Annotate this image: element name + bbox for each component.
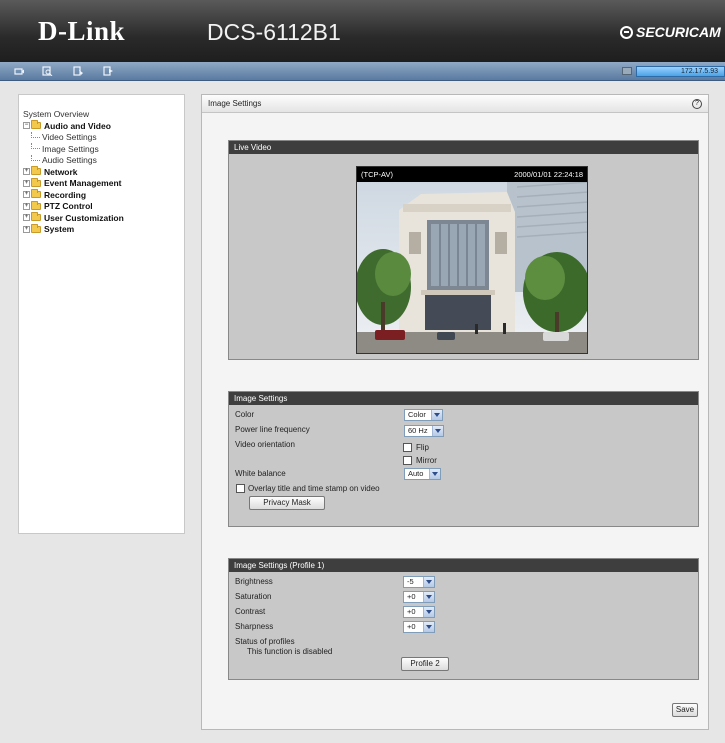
mirror-label: Mirror — [416, 456, 437, 465]
stream-type: (TCP-AV) — [361, 170, 393, 179]
sidebar-item-image-settings[interactable]: Image Settings — [23, 143, 184, 155]
page-header: Image Settings ? — [202, 95, 708, 113]
chevron-down-icon — [423, 577, 434, 587]
overlay-checkbox[interactable] — [236, 484, 245, 493]
expand-icon[interactable]: + — [23, 202, 30, 210]
saturation-label: Saturation — [235, 592, 272, 601]
folder-icon — [31, 166, 41, 176]
help-icon[interactable]: ? — [692, 99, 702, 109]
color-label: Color — [235, 410, 255, 419]
sidebar-item-network[interactable]: + Network — [23, 166, 184, 178]
sidebar-item-event-management[interactable]: + Event Management — [23, 177, 184, 190]
chevron-down-icon — [432, 426, 443, 436]
expand-icon[interactable]: + — [23, 179, 30, 187]
privacy-mask-button[interactable]: Privacy Mask — [249, 496, 325, 510]
header-bar: D-Link DCS-6112B1 SECURICAM — [0, 0, 725, 62]
chevron-down-icon — [423, 607, 434, 617]
overlay-label: Overlay title and time stamp on video — [248, 484, 380, 493]
sidebar-item-ptz-control[interactable]: + PTZ Control — [23, 200, 184, 213]
contrast-label: Contrast — [235, 607, 266, 616]
sidebar-item-audio-settings[interactable]: Audio Settings — [23, 154, 184, 167]
main-content: Image Settings ? Live Video (TCP-AV) 200… — [201, 94, 709, 730]
dlink-logo: D-Link — [38, 16, 126, 46]
contrast-select[interactable]: +0 — [403, 606, 435, 618]
sidebar-item-system-overview[interactable]: System Overview — [23, 109, 184, 119]
mirror-checkbox[interactable] — [403, 456, 412, 465]
image-settings-title: Image Settings — [229, 392, 698, 405]
save-button[interactable]: Save — [672, 703, 698, 717]
chevron-down-icon — [429, 469, 440, 479]
image-profile-panel: Image Settings (Profile 1) Brightness -5… — [228, 558, 699, 680]
sharpness-select[interactable]: +0 — [403, 621, 435, 633]
toolbar: 172.17.5.93 — [0, 62, 725, 81]
securicam-logo-icon — [620, 26, 633, 39]
model-name: DCS-6112B1 — [207, 19, 341, 45]
live-video-viewer[interactable]: (TCP-AV) 2000/01/01 22:24:18 — [356, 166, 588, 354]
saturation-select[interactable]: +0 — [403, 591, 435, 603]
sidebar-item-user-customization[interactable]: + User Customization — [23, 212, 184, 224]
setup-icon[interactable] — [73, 66, 84, 76]
network-status-icon — [622, 67, 632, 75]
chevron-down-icon — [423, 592, 434, 602]
live-video-panel: Live Video (TCP-AV) 2000/01/01 22:24:18 — [228, 140, 699, 360]
chevron-down-icon — [431, 410, 442, 420]
folder-icon — [31, 189, 41, 199]
folder-icon — [31, 212, 41, 222]
folder-icon — [31, 200, 41, 210]
expand-icon[interactable]: + — [23, 191, 30, 199]
folder-icon — [31, 177, 41, 187]
status-of-profiles-label: Status of profiles — [235, 637, 295, 646]
sidebar: System Overview − Audio and Video Video … — [18, 94, 185, 534]
white-balance-label: White balance — [235, 469, 286, 478]
profile-status-text: This function is disabled — [247, 647, 333, 656]
flip-label: Flip — [416, 443, 429, 452]
flip-checkbox[interactable] — [403, 443, 412, 452]
sidebar-item-recording[interactable]: + Recording — [23, 189, 184, 201]
color-select[interactable]: Color — [404, 409, 443, 421]
power-line-frequency-label: Power line frequency — [235, 425, 310, 434]
client-icon[interactable] — [42, 66, 53, 76]
live-video-title: Live Video — [229, 141, 698, 154]
ip-address: 172.17.5.93 — [636, 66, 725, 77]
expand-icon[interactable]: + — [23, 168, 30, 176]
expand-icon[interactable]: + — [23, 225, 30, 233]
collapse-icon[interactable]: − — [23, 122, 30, 130]
sharpness-label: Sharpness — [235, 622, 274, 631]
video-timestamp: 2000/01/01 22:24:18 — [514, 170, 583, 179]
white-balance-select[interactable]: Auto — [404, 468, 441, 480]
brightness-label: Brightness — [235, 577, 273, 586]
securicam-logo: SECURICAM — [620, 24, 721, 40]
page-title: Image Settings — [208, 99, 262, 108]
chevron-down-icon — [423, 622, 434, 632]
camera-icon[interactable] — [14, 66, 25, 76]
image-settings-panel: Image Settings Color Color Power line fr… — [228, 391, 699, 527]
profile-2-button[interactable]: Profile 2 — [401, 657, 449, 671]
camera-image — [357, 182, 587, 353]
power-line-frequency-select[interactable]: 60 Hz — [404, 425, 444, 437]
video-caption-bar: (TCP-AV) 2000/01/01 22:24:18 — [357, 167, 587, 182]
image-profile-title: Image Settings (Profile 1) — [229, 559, 698, 572]
video-orientation-label: Video orientation — [235, 440, 295, 449]
folder-open-icon — [31, 120, 41, 130]
sidebar-item-video-settings[interactable]: Video Settings — [23, 131, 184, 144]
sidebar-item-audio-and-video[interactable]: − Audio and Video — [23, 120, 184, 132]
sidebar-item-system[interactable]: + System — [23, 223, 184, 236]
folder-icon — [31, 223, 41, 233]
brightness-select[interactable]: -5 — [403, 576, 435, 588]
expand-icon[interactable]: + — [23, 214, 30, 222]
logout-icon[interactable] — [103, 66, 114, 76]
